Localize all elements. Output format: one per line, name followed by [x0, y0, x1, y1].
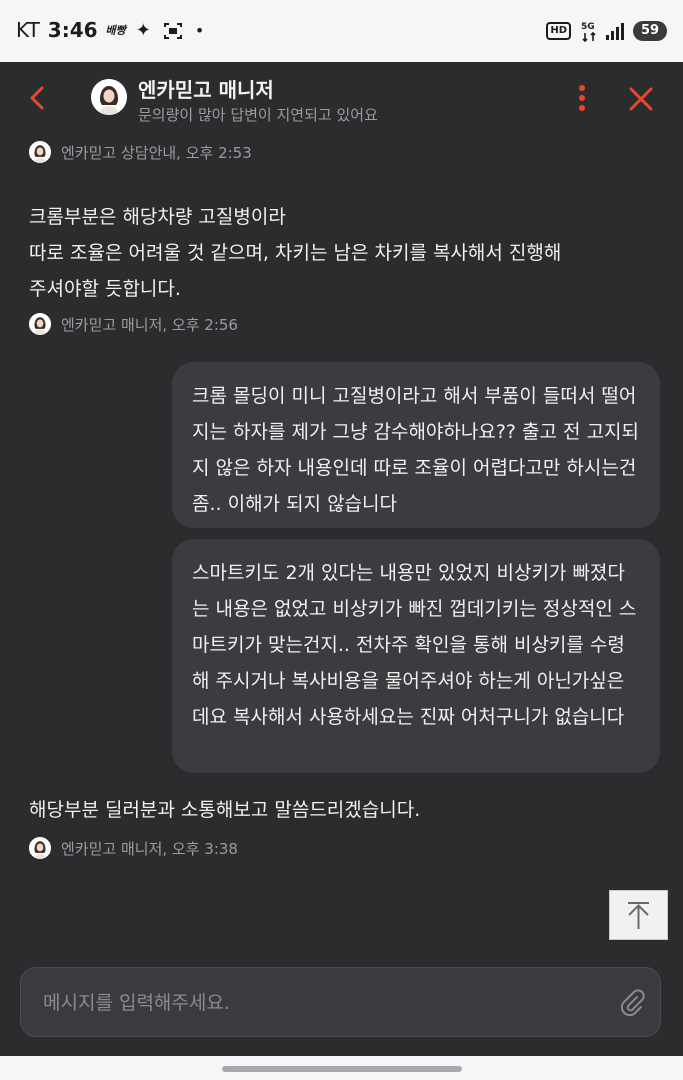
attach-button[interactable] [617, 988, 645, 1018]
status-bar: KT 3:46 배빵 ✦ • HD 5G 59 [0, 0, 683, 62]
network-5g-icon: 5G [581, 20, 599, 43]
home-indicator[interactable] [222, 1066, 462, 1072]
message-meta: 엔카믿고 매니저, 오후 3:38 [29, 837, 238, 859]
agent-avatar [91, 79, 127, 115]
message-composer [20, 967, 661, 1037]
sender-timestamp: 엔카믿고 매니저, 오후 2:56 [61, 315, 238, 334]
screen-capture-icon [163, 21, 183, 39]
paperclip-icon [620, 989, 645, 1017]
chat-subtitle: 문의량이 많아 답변이 지연되고 있어요 [138, 106, 378, 124]
scroll-to-top-button[interactable] [609, 890, 668, 940]
agent-avatar [29, 837, 51, 859]
agent-avatar [29, 141, 51, 163]
close-button[interactable] [626, 84, 656, 114]
arrow-up-icon [628, 902, 649, 929]
outgoing-message: 스마트키도 2개 있다는 내용만 있었지 비상키가 빠졌다는 내용은 없었고 비… [172, 539, 660, 773]
app-notification-icon: 배빵 [105, 24, 126, 37]
kebab-menu-icon [579, 85, 585, 111]
chat-screen: KT 3:46 배빵 ✦ • HD 5G 59 엔카믿고 매니저 문의량이 많아… [0, 0, 683, 1080]
outgoing-message: 크롬 몰딩이 미니 고질병이라고 해서 부품이 들떠서 떨어지는 하자를 제가 … [172, 362, 660, 528]
svg-text:5G: 5G [581, 22, 595, 32]
incoming-message: 크롬부분은 해당차량 고질병이라 따로 조율은 어려울 것 같으며, 차키는 남… [29, 206, 562, 300]
sender-timestamp: 엔카믿고 상담안내, 오후 2:53 [61, 143, 252, 162]
agent-avatar [29, 313, 51, 335]
message-meta: 엔카믿고 상담안내, 오후 2:53 [29, 141, 252, 163]
back-button[interactable] [24, 82, 52, 114]
sender-timestamp: 엔카믿고 매니저, 오후 3:38 [61, 839, 238, 858]
close-icon [629, 87, 653, 111]
sparkle-icon: ✦ [135, 19, 151, 41]
chat-header: 엔카믿고 매니저 문의량이 많아 답변이 지연되고 있어요 [0, 62, 683, 136]
chat-title: 엔카믿고 매니저 [138, 78, 274, 102]
chevron-left-icon [30, 86, 44, 110]
message-input[interactable] [41, 984, 605, 1022]
carrier-label: KT [16, 18, 40, 42]
signal-strength-icon [605, 21, 625, 41]
incoming-message: 해당부분 딜러분과 소통해보고 말씀드리겠습니다. [29, 799, 421, 821]
notification-dot-icon: • [194, 20, 205, 40]
message-meta: 엔카믿고 매니저, 오후 2:56 [29, 313, 238, 335]
hd-voice-icon: HD [546, 22, 571, 40]
navigation-bar [0, 1056, 683, 1080]
clock: 3:46 [47, 18, 98, 42]
more-options-button[interactable] [572, 82, 592, 114]
battery-icon: 59 [633, 21, 667, 41]
